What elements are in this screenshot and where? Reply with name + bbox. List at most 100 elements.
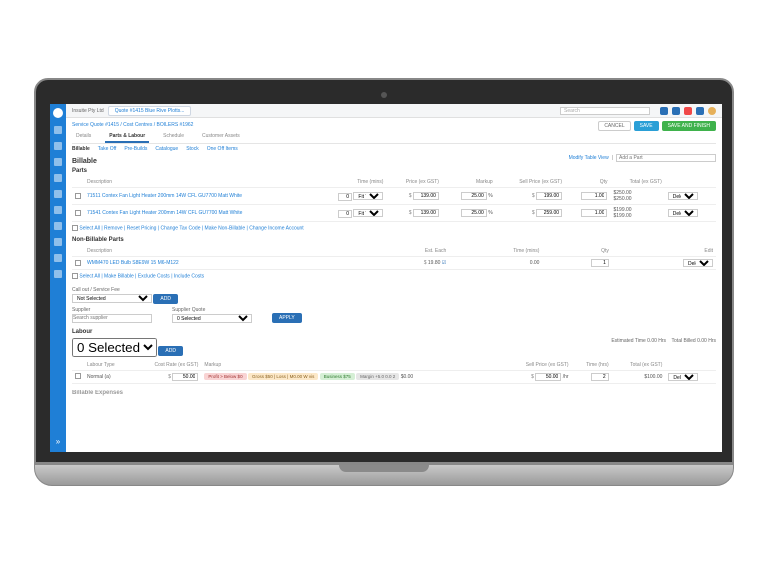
row-action-select[interactable]: Delete xyxy=(668,192,698,200)
lb-col-time: Time (hrs) xyxy=(572,360,612,371)
main-content: Service Quote #1415 / Cost Centres / BOI… xyxy=(66,118,722,452)
nav-icon-7[interactable] xyxy=(54,222,62,230)
bulk-action-links[interactable]: Select All | Make Billable | Exclude Cos… xyxy=(79,274,204,280)
lb-col-total: Total (ex GST) xyxy=(612,360,666,371)
subtab-prebuilds[interactable]: Pre-Builds xyxy=(124,146,147,152)
sell-input[interactable] xyxy=(536,192,562,200)
notifications-icon[interactable] xyxy=(684,107,692,115)
cancel-button[interactable]: CANCEL xyxy=(598,121,630,131)
nav-icon-6[interactable] xyxy=(54,206,62,214)
select-all-checkbox[interactable] xyxy=(72,273,78,279)
labour-select[interactable]: 0 Selected xyxy=(72,338,157,357)
col-sell: Sell Price (ex GST) xyxy=(496,177,565,188)
supplier-search-input[interactable] xyxy=(72,314,152,323)
left-sidebar: » xyxy=(50,104,66,452)
nav-icon-3[interactable] xyxy=(54,158,62,166)
labour-cost-input[interactable] xyxy=(172,373,198,381)
subtab-catalogue[interactable]: Catalogue xyxy=(155,146,178,152)
part-link[interactable]: WMM470 LED Bulb S8E9W 15 M6-M122 xyxy=(87,260,179,266)
labour-sell-input[interactable] xyxy=(535,373,561,381)
col-price: Price (ex GST) xyxy=(386,177,442,188)
nav-icon-5[interactable] xyxy=(54,190,62,198)
app-logo-icon[interactable] xyxy=(53,108,63,118)
modify-table-link[interactable]: Modify Table View xyxy=(569,155,609,161)
camera-dot xyxy=(381,92,387,98)
labour-total: $100.00 xyxy=(612,370,666,383)
subtab-takeoff[interactable]: Take Off xyxy=(98,146,117,152)
laptop-mockup: » Insuite Pty Ltd Quote #1415 Blue Rive … xyxy=(34,78,734,486)
time-input[interactable] xyxy=(338,193,352,201)
row-checkbox[interactable] xyxy=(75,260,81,266)
total-billed: Total Billed 0.00 Hrs xyxy=(672,338,716,344)
supplier-quote-select[interactable]: 0 Selected xyxy=(172,314,252,323)
nav-icon-9[interactable] xyxy=(54,254,62,262)
laptop-hinge xyxy=(339,465,429,472)
tab-details[interactable]: Details xyxy=(72,131,95,143)
row-total-2: $199.00 xyxy=(613,213,661,219)
estimated-time: Estimated Time 0.00 Hrs xyxy=(611,338,666,344)
labour-type: Normal (a) xyxy=(84,370,131,383)
row-checkbox[interactable] xyxy=(75,193,81,199)
nav-icon-1[interactable] xyxy=(54,126,62,134)
nav-icon-8[interactable] xyxy=(54,238,62,246)
fit-time-select[interactable]: Fit Time xyxy=(353,209,383,217)
tab-customer-assets[interactable]: Customer Assets xyxy=(198,131,244,143)
subtab-billable[interactable]: Billable xyxy=(72,146,90,152)
profit-gross: Gross $50 | Loss | M0.00 W vis xyxy=(248,373,318,380)
qty-input[interactable] xyxy=(581,192,607,200)
col-markup: Markup xyxy=(442,177,496,188)
settings-icon[interactable] xyxy=(696,107,704,115)
expand-sidebar-icon[interactable]: » xyxy=(56,437,60,446)
row-checkbox[interactable] xyxy=(75,210,81,216)
row-total-2: $250.00 xyxy=(613,196,661,202)
avatar[interactable] xyxy=(708,107,716,115)
profit-below: Profit > Below $0 xyxy=(204,373,246,380)
parts-header-row: Description Time (mins) Price (ex GST) M… xyxy=(72,177,716,188)
nb-qty-input[interactable] xyxy=(591,259,609,267)
subtab-stock[interactable]: Stock xyxy=(186,146,199,152)
parts-bulk-actions: Select All | Remove | Reset Pricing | Ch… xyxy=(72,222,716,234)
row-action-select[interactable]: Delete xyxy=(668,373,698,381)
part-link[interactable]: 71511 Contex Fan Light Heater 200mm 14W … xyxy=(87,193,242,199)
lb-col-markup: Markup xyxy=(201,360,503,371)
info-icon[interactable]: ☑ xyxy=(442,260,446,266)
lb-col-cost: Cost Rate (ex GST) xyxy=(131,360,201,371)
profit-margin: Margin +5.0 0.0 2 xyxy=(356,373,399,380)
labour-add-button[interactable]: ADD xyxy=(158,346,183,356)
bulk-action-links[interactable]: Select All | Remove | Reset Pricing | Ch… xyxy=(79,225,303,231)
global-search-input[interactable]: Search xyxy=(560,107,650,115)
col-description: Description xyxy=(84,177,313,188)
open-tab[interactable]: Quote #1415 Blue Rive Plotts... xyxy=(108,106,192,116)
nav-icon-10[interactable] xyxy=(54,270,62,278)
qty-input[interactable] xyxy=(581,209,607,217)
callout-select[interactable]: Not Selected xyxy=(72,294,152,303)
add-part-input[interactable] xyxy=(616,154,716,162)
subtab-oneoff[interactable]: One Off Items xyxy=(207,146,238,152)
save-button[interactable]: SAVE xyxy=(634,121,659,131)
tab-schedule[interactable]: Schedule xyxy=(159,131,188,143)
fit-time-select[interactable]: Fit Time xyxy=(353,192,383,200)
select-all-checkbox[interactable] xyxy=(72,225,78,231)
callout-add-button[interactable]: ADD xyxy=(153,294,178,304)
sell-input[interactable] xyxy=(536,209,562,217)
row-action-select[interactable]: Delete xyxy=(668,209,698,217)
next-section-title: Billable Expenses xyxy=(72,390,716,396)
labour-time-summary: Estimated Time 0.00 Hrs Total Billed 0.0… xyxy=(611,338,716,344)
markup-input[interactable] xyxy=(461,192,487,200)
labour-time-input[interactable] xyxy=(591,373,609,381)
markup-input[interactable] xyxy=(461,209,487,217)
tab-parts-labour[interactable]: Parts & Labour xyxy=(105,131,149,143)
grid-icon[interactable] xyxy=(660,107,668,115)
row-checkbox[interactable] xyxy=(75,373,81,379)
apply-button[interactable]: APPLY xyxy=(272,313,302,323)
nav-icon-4[interactable] xyxy=(54,174,62,182)
help-icon[interactable] xyxy=(672,107,680,115)
table-row: Normal (a) $ Profit > Below $0 Gross $50… xyxy=(72,370,716,383)
price-input[interactable] xyxy=(413,192,439,200)
price-input[interactable] xyxy=(413,209,439,217)
time-input[interactable] xyxy=(338,210,352,218)
save-finish-button[interactable]: SAVE AND FINISH xyxy=(662,121,716,131)
part-link[interactable]: 71541 Contex Fan Light Heater 200mm 14W … xyxy=(87,210,242,216)
row-action-select[interactable]: Delete xyxy=(683,259,713,267)
nav-icon-2[interactable] xyxy=(54,142,62,150)
